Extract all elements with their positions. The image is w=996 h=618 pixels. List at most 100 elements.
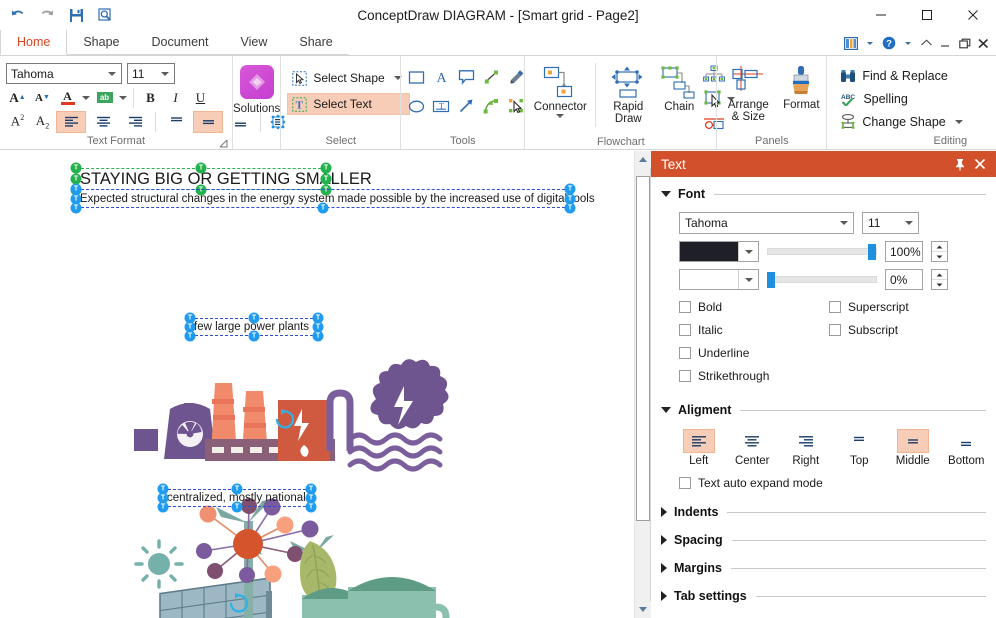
margins-section-header[interactable]: Margins: [661, 557, 986, 579]
scrollbar-thumb[interactable]: [635, 176, 650, 521]
shrink-font-button[interactable]: A ▼: [31, 87, 54, 109]
text-opacity-slider[interactable]: [767, 243, 877, 260]
underline-checkbox[interactable]: Underline: [679, 346, 829, 360]
align-right-option[interactable]: Right: [786, 429, 826, 467]
indents-section-header[interactable]: Indents: [661, 501, 986, 523]
align-left-button[interactable]: [56, 110, 86, 133]
subscript-button[interactable]: A2: [31, 111, 54, 133]
chevron-down-icon[interactable]: [954, 119, 963, 124]
align-middle-button[interactable]: [193, 110, 223, 133]
alignment-section-header[interactable]: Aligment: [661, 399, 986, 421]
text-opacity-stepper[interactable]: [931, 241, 948, 262]
diagram-title-object[interactable]: STAYING BIG OR GETTING SMALLER T T T T T…: [70, 162, 372, 196]
underline-button[interactable]: U: [189, 87, 212, 109]
curve-tool[interactable]: [479, 92, 503, 120]
font-size-combo[interactable]: 11: [127, 63, 175, 84]
connector-button[interactable]: Connector: [529, 61, 591, 119]
handle-bl[interactable]: T: [70, 202, 82, 214]
format-panel-button[interactable]: Format: [776, 61, 826, 112]
tab-view[interactable]: View: [224, 30, 284, 55]
document-page[interactable]: STAYING BIG OR GETTING SMALLER T T T T T…: [0, 151, 634, 618]
font-name-combo[interactable]: Tahoma: [6, 63, 122, 84]
tab-document[interactable]: Document: [135, 30, 225, 55]
align-bottom-option[interactable]: Bottom: [947, 429, 987, 467]
scrollbar-track[interactable]: [635, 168, 651, 601]
help-icon[interactable]: ?: [880, 32, 897, 54]
highlight-color-dropdown[interactable]: [118, 87, 128, 109]
change-shape-button[interactable]: Change Shape: [835, 111, 970, 132]
fill-opacity-stepper[interactable]: [931, 269, 948, 290]
handle-tl[interactable]: T: [70, 162, 82, 174]
chain-button[interactable]: Chain: [656, 61, 702, 114]
text-format-dialog-launcher[interactable]: [219, 139, 228, 148]
text-box-tool[interactable]: T: [429, 92, 453, 120]
close-icon[interactable]: [970, 153, 990, 175]
superscript-checkbox[interactable]: Superscript: [829, 300, 986, 314]
rectangle-tool[interactable]: [404, 63, 428, 91]
italic-button[interactable]: I: [164, 87, 187, 109]
handle-bl[interactable]: T: [184, 330, 196, 342]
chevron-down-icon[interactable]: [556, 114, 565, 118]
font-color-dropdown[interactable]: [81, 87, 91, 109]
handle-br[interactable]: T: [305, 501, 317, 513]
highlight-color-button[interactable]: ab: [93, 87, 116, 109]
ribbon-collapse-icon[interactable]: [918, 32, 935, 54]
maximize-button[interactable]: [904, 0, 950, 30]
align-top-option[interactable]: Top: [840, 429, 880, 467]
fill-color-picker[interactable]: [679, 269, 759, 290]
line-tool[interactable]: [479, 63, 503, 91]
bold-button[interactable]: B: [139, 87, 162, 109]
subscript-checkbox[interactable]: Subscript: [829, 323, 986, 337]
italic-checkbox[interactable]: Italic: [679, 323, 829, 337]
chevron-down-icon[interactable]: [861, 32, 878, 54]
handle-tm[interactable]: T: [248, 312, 260, 324]
handle-bm[interactable]: T: [231, 501, 243, 513]
rapid-draw-button[interactable]: Rapid Draw: [600, 61, 656, 126]
canvas-vertical-scrollbar[interactable]: [634, 151, 651, 618]
align-right-button[interactable]: [120, 111, 150, 133]
text-auto-expand-checkbox[interactable]: Text auto expand mode: [679, 476, 986, 490]
font-section-header[interactable]: Font: [661, 183, 986, 205]
superscript-button[interactable]: A2: [6, 111, 29, 133]
font-color-button[interactable]: A: [56, 87, 79, 109]
diagram-subtitle-object[interactable]: Expected structural changes in the energ…: [70, 183, 595, 214]
layout-panels-icon[interactable]: [842, 32, 859, 54]
ellipse-tool[interactable]: [404, 92, 428, 120]
solutions-button[interactable]: Solutions: [233, 58, 280, 133]
redo-icon[interactable]: [37, 5, 57, 25]
align-middle-option[interactable]: Middle: [893, 429, 933, 467]
align-top-button[interactable]: [161, 111, 191, 133]
find-replace-button[interactable]: Find & Replace: [835, 65, 970, 86]
text-opacity-value[interactable]: 100%: [885, 241, 923, 262]
handle-br[interactable]: T: [564, 202, 576, 214]
fill-opacity-slider[interactable]: [767, 271, 877, 288]
label-few-large-power-plants-object[interactable]: few large power plants T T T T T T T T: [184, 312, 324, 342]
handle-tm[interactable]: T: [231, 483, 243, 495]
save-icon[interactable]: [66, 5, 86, 25]
tab-home[interactable]: Home: [0, 30, 68, 55]
minimize-button[interactable]: [858, 0, 904, 30]
align-center-option[interactable]: Center: [733, 429, 773, 467]
drawing-canvas[interactable]: STAYING BIG OR GETTING SMALLER T T T T T…: [0, 151, 634, 618]
pin-icon[interactable]: [950, 153, 970, 175]
handle-bm[interactable]: T: [248, 330, 260, 342]
arrow-tool[interactable]: [454, 92, 478, 120]
align-center-button[interactable]: [88, 111, 118, 133]
handle-mr[interactable]: T: [320, 173, 332, 185]
arrange-size-button[interactable]: Arrange & Size: [720, 61, 776, 124]
fill-opacity-value[interactable]: 0%: [885, 269, 923, 290]
text-tool[interactable]: A: [429, 63, 453, 91]
select-text-button[interactable]: T Select Text: [287, 93, 410, 115]
close-button[interactable]: [950, 0, 996, 30]
text-color-picker[interactable]: [679, 241, 759, 262]
handle-bl[interactable]: T: [157, 501, 169, 513]
tab-settings-section-header[interactable]: Tab settings: [661, 585, 986, 607]
scroll-up-button[interactable]: [634, 151, 651, 168]
spacing-section-header[interactable]: Spacing: [661, 529, 986, 551]
handle-bm[interactable]: T: [317, 202, 329, 214]
panel-font-size-combo[interactable]: 11: [862, 212, 919, 234]
grow-font-button[interactable]: A ▲: [6, 87, 29, 109]
scroll-down-button[interactable]: [634, 601, 651, 618]
bold-checkbox[interactable]: Bold: [679, 300, 829, 314]
panel-font-name-combo[interactable]: Tahoma: [679, 212, 854, 234]
